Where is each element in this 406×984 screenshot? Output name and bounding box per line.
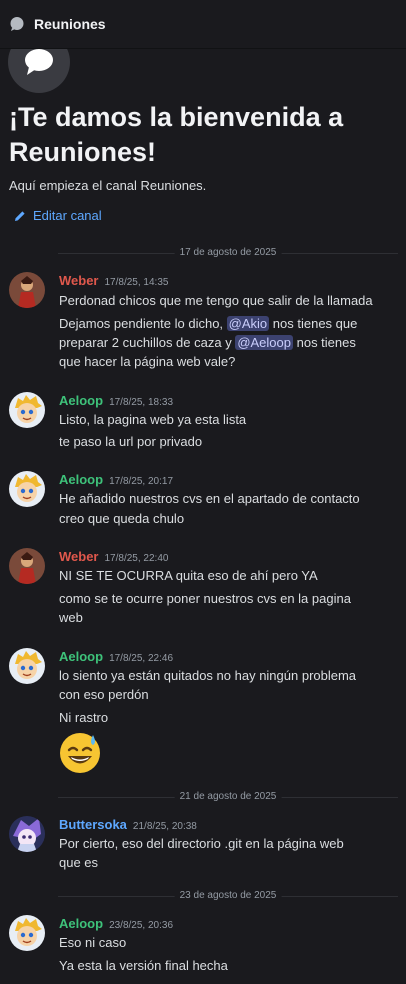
message-text: te paso la url por privado [59, 434, 203, 449]
message-text: preparar 2 cuchillos de caza y @Aeloop n… [59, 333, 399, 352]
avatar-image [9, 915, 45, 951]
date-divider: 23 de agosto de 2025 [58, 890, 398, 901]
text-segment: preparar 2 cuchillos de caza y [59, 335, 236, 350]
message-text: Dejamos pendiente lo dicho, @Akio nos ti… [59, 314, 399, 333]
message-text: web [59, 610, 83, 625]
author-name[interactable]: Aeloop [59, 393, 103, 408]
avatar-image [9, 272, 45, 308]
timestamp: 17/8/25, 18:33 [109, 397, 174, 408]
timestamp: 21/8/25, 20:38 [132, 821, 197, 832]
chat-bubble-icon [25, 49, 53, 75]
avatar-image [9, 816, 45, 852]
sweat-smile-emoji [60, 733, 100, 773]
avatar-buttersoka[interactable] [9, 816, 45, 852]
date-divider-label: 23 de agosto de 2025 [174, 890, 282, 901]
message-text: He añadido nuestros cvs en el apartado d… [59, 491, 360, 506]
message-text: como se te ocurre poner nuestros cvs en … [59, 591, 351, 606]
avatar-aeloop[interactable] [9, 648, 45, 684]
message-text: Por cierto, eso del directorio .git en l… [59, 836, 344, 851]
message-header: Weber 17/8/25, 14:35 [59, 272, 168, 290]
timestamp: 17/8/25, 22:40 [104, 553, 169, 564]
timestamp: 17/8/25, 14:35 [104, 277, 169, 288]
author-name[interactable]: Aeloop [59, 916, 103, 931]
pencil-icon [15, 210, 25, 221]
message-text: que hacer la página web vale? [59, 354, 236, 369]
message-text: Ya esta la versión final hecha [59, 958, 228, 973]
avatar-image [9, 392, 45, 428]
timestamp: 23/8/25, 20:36 [109, 920, 174, 931]
timestamp: 17/8/25, 20:17 [109, 476, 174, 487]
author-name[interactable]: Weber [59, 549, 99, 564]
author-name[interactable]: Weber [59, 273, 99, 288]
message-text: lo siento ya están quitados no hay ningú… [59, 668, 357, 683]
author-name[interactable]: Aeloop [59, 649, 103, 664]
avatar-aeloop[interactable] [9, 915, 45, 951]
message-text: creo que queda chulo [59, 511, 185, 526]
date-divider: 21 de agosto de 2025 [58, 791, 398, 802]
avatar-weber[interactable] [9, 272, 45, 308]
text-segment: Dejamos pendiente lo dicho, [59, 316, 227, 331]
date-divider-label: 17 de agosto de 2025 [174, 247, 282, 258]
mention-aeloop[interactable]: @Aeloop [235, 335, 293, 350]
avatar-weber[interactable] [9, 548, 45, 584]
mention-akio[interactable]: @Akio [226, 316, 270, 331]
edit-channel-link[interactable]: Editar canal [14, 208, 102, 223]
date-divider: 17 de agosto de 2025 [58, 247, 398, 258]
channel-intro: Aquí empieza el canal Reuniones. [9, 178, 207, 193]
author-name[interactable]: Buttersoka [59, 817, 127, 832]
chat-bubble-icon [10, 17, 24, 31]
message-text: Listo, la pagina web ya esta lista [59, 412, 247, 427]
message-header: Weber 17/8/25, 22:40 [59, 548, 168, 566]
message-text: NI SE TE OCURRA quita eso de ahí pero YA [59, 568, 318, 583]
avatar-aeloop[interactable] [9, 471, 45, 507]
message-header: Buttersoka 21/8/25, 20:38 [59, 816, 197, 834]
message-text: con eso perdón [59, 687, 149, 702]
avatar-image [9, 548, 45, 584]
avatar-image [9, 471, 45, 507]
channel-header: Reuniones [0, 0, 406, 49]
welcome-title: ¡Te damos la bienvenida a Reuniones! [9, 102, 344, 167]
text-segment: nos tienes [293, 335, 356, 350]
message-text: Perdonad chicos que me tengo que salir d… [59, 293, 373, 308]
channel-title: Reuniones [34, 16, 106, 32]
message-header: Aeloop 17/8/25, 20:17 [59, 471, 173, 489]
message-text: Ni rastro [59, 710, 109, 725]
edit-channel-label: Editar canal [33, 208, 102, 223]
author-name[interactable]: Aeloop [59, 472, 103, 487]
date-divider-label: 21 de agosto de 2025 [174, 791, 282, 802]
avatar-aeloop[interactable] [9, 392, 45, 428]
message-text: que es [59, 855, 99, 870]
text-segment: nos tienes que [269, 316, 358, 331]
avatar-image [9, 648, 45, 684]
timestamp: 17/8/25, 22:46 [109, 653, 174, 664]
message-header: Aeloop 17/8/25, 18:33 [59, 392, 173, 410]
message-header: Aeloop 23/8/25, 20:36 [59, 915, 173, 933]
message-text: Eso ni caso [59, 935, 127, 950]
message-header: Aeloop 17/8/25, 22:46 [59, 648, 173, 666]
